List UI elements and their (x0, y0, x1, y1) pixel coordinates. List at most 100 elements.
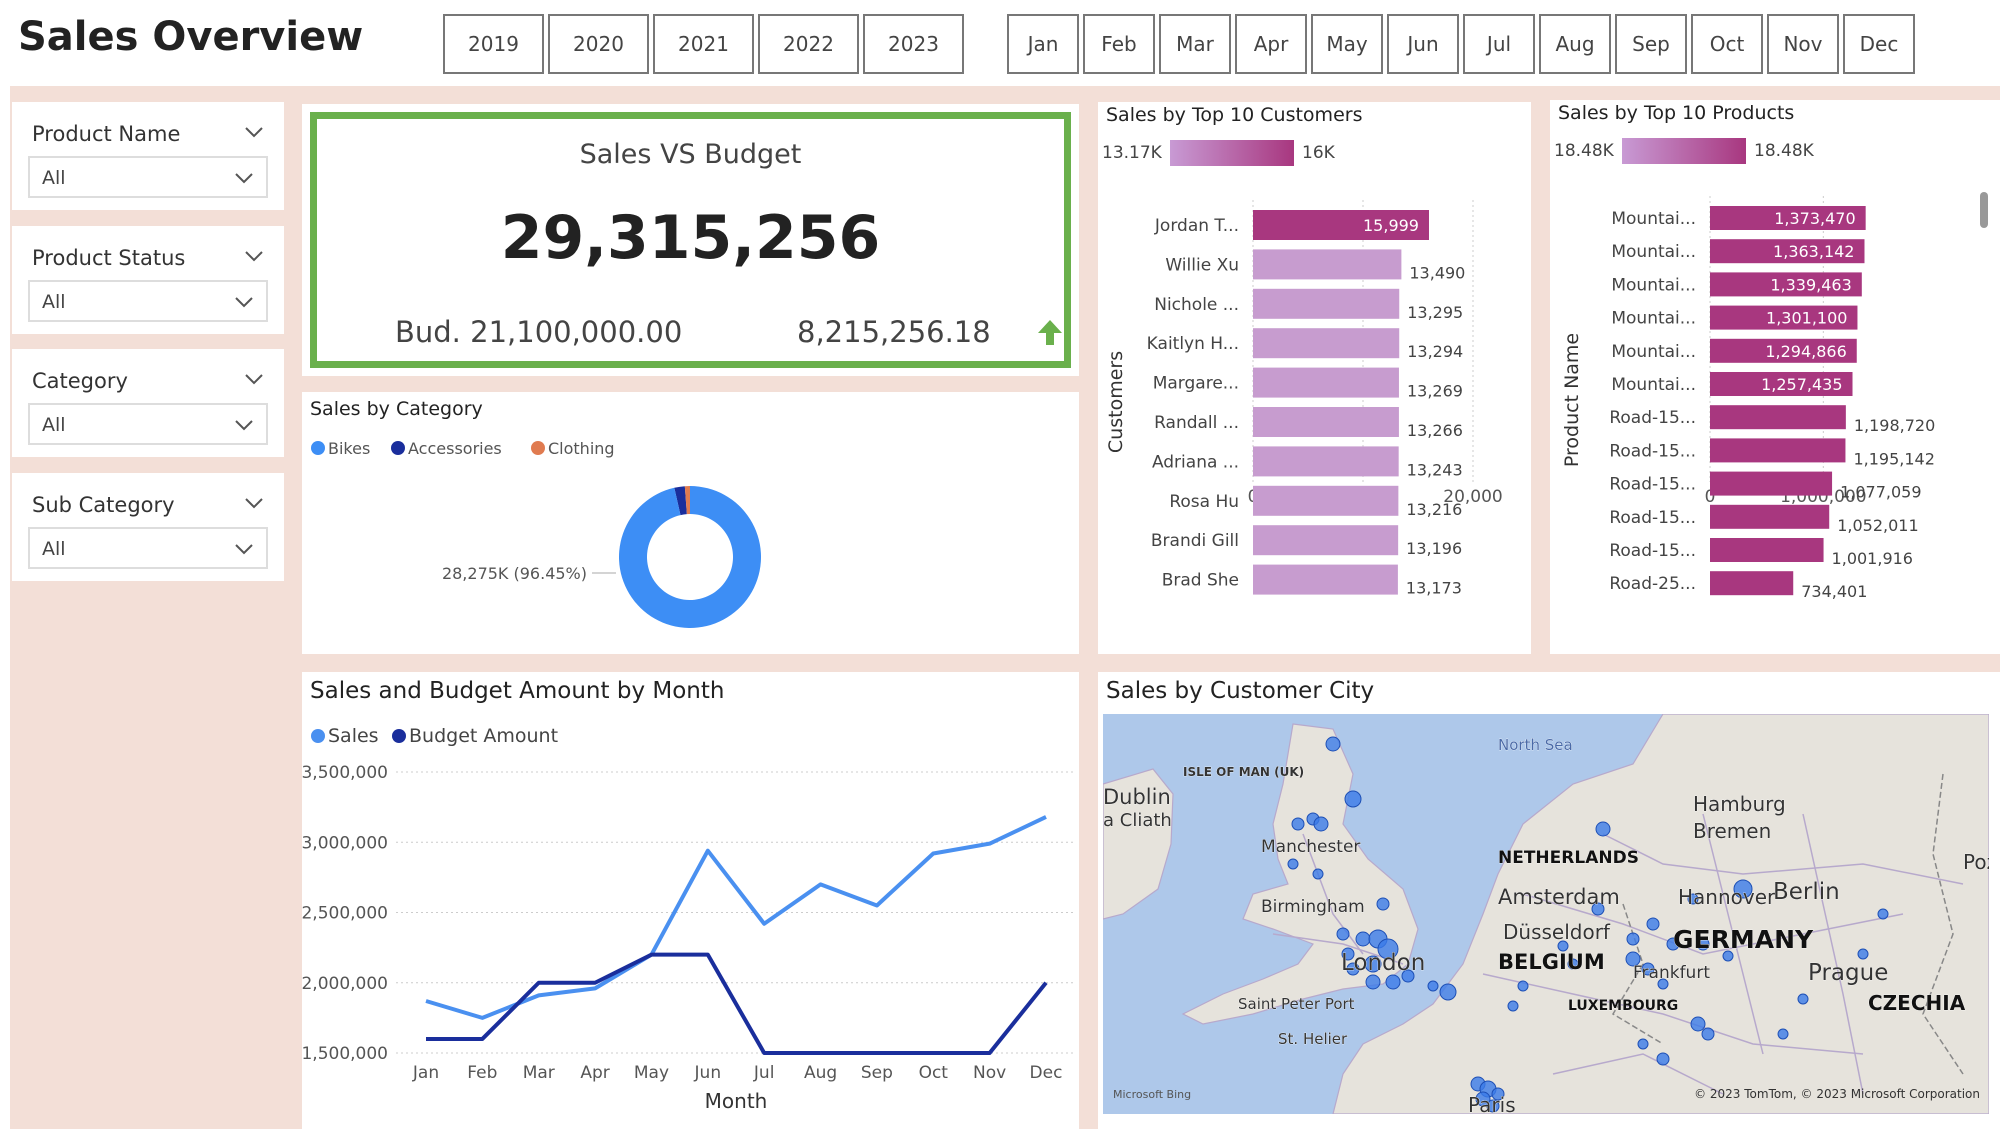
bar[interactable] (1710, 405, 1846, 430)
data-label: 13,269 (1407, 382, 1463, 401)
legend-min-label: 13.17K (1102, 143, 1163, 163)
city-bubble[interactable] (1313, 816, 1329, 832)
city-bubble[interactable] (1797, 993, 1809, 1005)
month-button-may[interactable]: May (1311, 14, 1383, 74)
city-bubble[interactable] (1365, 974, 1381, 990)
y-tick-label: 2,000,000 (302, 974, 388, 994)
kpi-value: 29,315,256 (500, 203, 881, 273)
city-bubble[interactable] (1325, 736, 1341, 752)
city-bubble[interactable] (1312, 868, 1324, 880)
filter-dropdown[interactable]: All (28, 156, 268, 198)
month-button-aug[interactable]: Aug (1539, 14, 1611, 74)
city-bubble[interactable] (1877, 908, 1889, 920)
chevron-down-icon[interactable] (242, 491, 266, 515)
year-button-2023[interactable]: 2023 (863, 14, 964, 74)
bar[interactable] (1253, 525, 1399, 556)
bar[interactable] (1253, 249, 1402, 280)
bar[interactable] (1253, 485, 1399, 516)
bar[interactable] (1253, 288, 1400, 319)
series-line-sales[interactable] (425, 815, 1047, 1020)
city-bubble[interactable] (1646, 917, 1660, 931)
city-bubble[interactable] (1507, 1000, 1519, 1012)
city-bubble[interactable] (1857, 948, 1869, 960)
city-bubble[interactable] (1355, 931, 1371, 947)
kpi-card[interactable]: Sales VS Budget 29,315,256 Bud. 21,100,0… (310, 112, 1071, 368)
year-button-2020[interactable]: 2020 (548, 14, 649, 74)
chevron-down-icon[interactable] (242, 244, 266, 268)
city-bubble[interactable] (1701, 1027, 1715, 1041)
city-bubble[interactable] (1336, 927, 1350, 941)
category-label: Brandi Gill (1151, 531, 1239, 551)
category-label: Kaitlyn H... (1147, 334, 1239, 354)
city-bubble[interactable] (1291, 817, 1305, 831)
donut-slice-bikes[interactable] (619, 486, 761, 628)
category-label: Willie Xu (1165, 255, 1239, 275)
month-button-oct[interactable]: Oct (1691, 14, 1763, 74)
bar[interactable] (1710, 438, 1846, 463)
filter-dropdown[interactable]: All (28, 527, 268, 569)
bar[interactable] (1253, 564, 1398, 595)
data-label: 1,001,916 (1832, 549, 1913, 568)
month-button-nov[interactable]: Nov (1767, 14, 1839, 74)
x-tick-label: Nov (973, 1063, 1006, 1083)
products-bar-chart[interactable]: 18.48K 18.48KProduct Name0 1,000,000Mounta… (1550, 100, 2000, 654)
series-line-budget-amount[interactable] (426, 952, 1048, 1055)
city-bubble[interactable] (1656, 1052, 1670, 1066)
city-bubble[interactable] (1777, 1028, 1789, 1040)
filter-label: Product Name (32, 122, 181, 146)
x-tick-label: Dec (1030, 1063, 1063, 1083)
data-label: 1,257,435 (1761, 375, 1842, 394)
city-bubble[interactable] (1517, 980, 1529, 992)
month-button-jul[interactable]: Jul (1463, 14, 1535, 74)
month-button-feb[interactable]: Feb (1083, 14, 1155, 74)
month-button-jan[interactable]: Jan (1007, 14, 1079, 74)
city-bubble[interactable] (1344, 790, 1362, 808)
customers-bar-chart[interactable]: 13.17K16KCustomers010,00020,000Jordan T.… (1098, 102, 1531, 654)
city-bubble[interactable] (1690, 1016, 1706, 1032)
slice-data-label: 28,275K (96.45%) (442, 564, 587, 583)
data-label: 1,363,142 (1773, 242, 1854, 261)
city-bubble[interactable] (1439, 983, 1457, 1001)
city-bubble[interactable] (1637, 1038, 1649, 1050)
x-tick-label: Mar (523, 1063, 555, 1083)
city-bubble[interactable] (1595, 821, 1611, 837)
scrollbar[interactable] (1980, 192, 1988, 228)
bar[interactable] (1710, 571, 1794, 596)
month-button-jun[interactable]: Jun (1387, 14, 1459, 74)
year-button-2022[interactable]: 2022 (758, 14, 859, 74)
bar[interactable] (1253, 407, 1399, 437)
city-bubble[interactable] (1376, 897, 1390, 911)
filter-dropdown[interactable]: All (28, 403, 268, 445)
map-label: Amsterdam (1498, 885, 1620, 909)
city-bubble[interactable] (1385, 974, 1401, 990)
chevron-down-icon[interactable] (242, 367, 266, 391)
month-button-dec[interactable]: Dec (1843, 14, 1915, 74)
chevron-down-icon[interactable] (242, 120, 266, 144)
bar[interactable] (1710, 504, 1830, 529)
bar[interactable] (1253, 446, 1399, 477)
category-donut-chart[interactable]: Bikes Accessories Clothing 28,275K (96.45%) (302, 392, 1079, 654)
year-button-2019[interactable]: 2019 (443, 14, 544, 74)
bar[interactable] (1710, 471, 1833, 496)
bar[interactable] (1253, 328, 1400, 359)
data-label: 1,373,470 (1774, 209, 1855, 228)
chevron-down-icon (232, 537, 256, 561)
category-label: Jordan T... (1154, 216, 1239, 236)
monthly-line-chart[interactable]: Sales Budget Amount 1,500,000 2,000,000 2,50… (302, 672, 1079, 1129)
x-tick-label: May (634, 1063, 669, 1083)
city-bubble[interactable] (1287, 858, 1299, 870)
month-button-mar[interactable]: Mar (1159, 14, 1231, 74)
data-label: 734,401 (1801, 582, 1867, 601)
bar[interactable] (1253, 367, 1399, 398)
filter-dropdown[interactable]: All (28, 280, 268, 322)
month-button-sep[interactable]: Sep (1615, 14, 1687, 74)
legend-marker-accessories (391, 441, 405, 455)
month-button-apr[interactable]: Apr (1235, 14, 1307, 74)
year-button-2021[interactable]: 2021 (653, 14, 754, 74)
map-label: North Sea (1498, 736, 1573, 754)
city-bubble[interactable] (1427, 980, 1439, 992)
city-bubble[interactable] (1626, 932, 1640, 946)
y-tick-label: 3,500,000 (302, 763, 388, 783)
city-map[interactable]: North Sea ISLE OF MAN (UK) Dublina Cliath M… (1103, 714, 1989, 1114)
bar[interactable] (1710, 538, 1824, 562)
